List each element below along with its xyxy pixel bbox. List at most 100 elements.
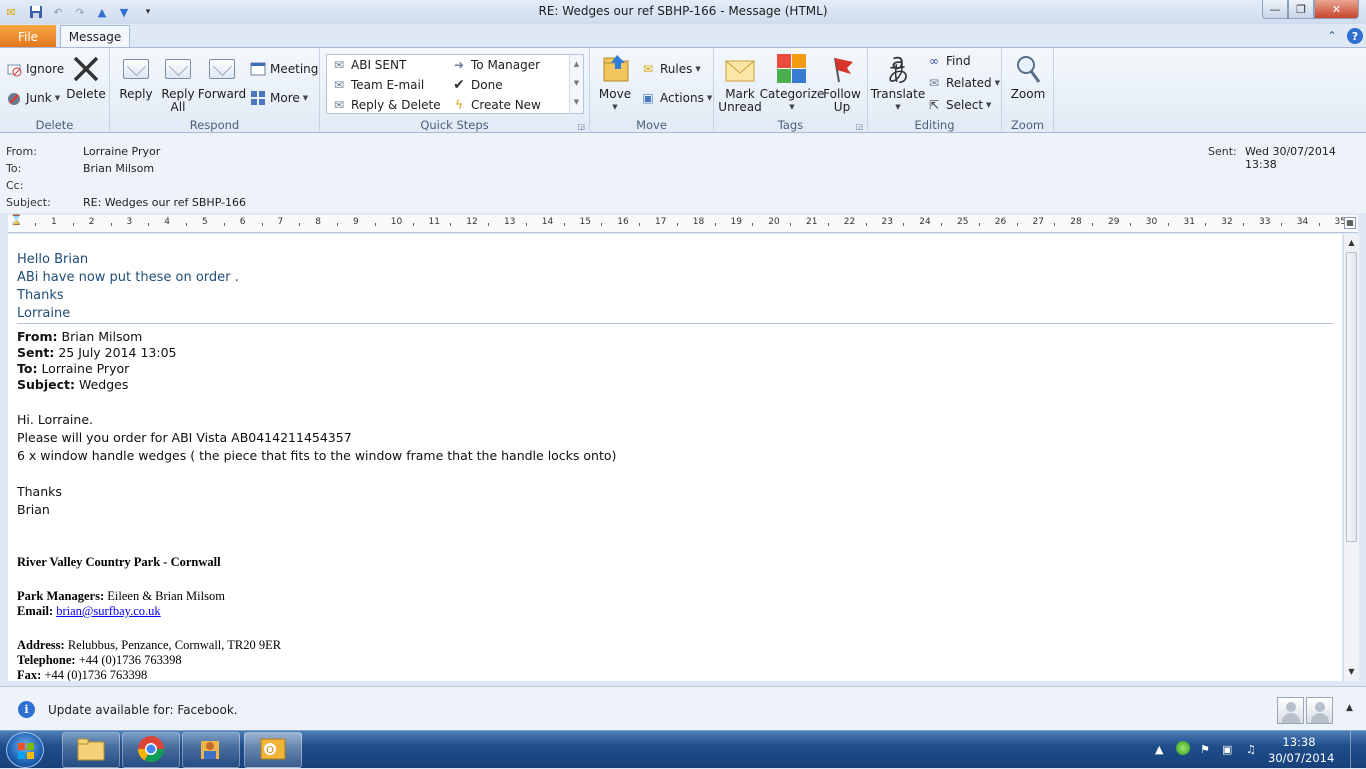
ruler-number: 4 xyxy=(164,217,170,227)
network-icon[interactable]: ▣ xyxy=(1222,743,1232,756)
ruler: ⌛ 1 2 3 4 5 6 7 8 9 10 11 12 13 14 15 16 17 18 19 20 21 22 23 2… xyxy=(8,215,1358,233)
cc-label: Cc: xyxy=(6,179,24,192)
ruler-number: 30 xyxy=(1145,217,1158,227)
subject-label: Subject: xyxy=(6,196,51,209)
mark-unread-button[interactable]: Mark Unread xyxy=(718,52,762,114)
network-status-icon[interactable] xyxy=(1176,741,1190,755)
action-center-flag-icon[interactable]: ⚑ xyxy=(1200,743,1210,756)
indent-marker-icon[interactable]: ⌛ xyxy=(10,215,22,226)
people-icon xyxy=(197,735,225,766)
expand-people-pane-icon[interactable]: ▲ xyxy=(1346,703,1353,713)
actions-button[interactable]: ▣ Actions ▼ xyxy=(640,88,712,108)
start-button[interactable] xyxy=(6,732,44,768)
scroll-down-icon[interactable]: ▼ xyxy=(570,74,583,93)
help-icon[interactable]: ? xyxy=(1347,28,1363,44)
from-value[interactable]: Lorraine Pryor xyxy=(83,145,160,158)
volume-icon[interactable]: ♫ xyxy=(1246,743,1256,756)
title-bar: ✉ ↶ ↷ ▲ ▼ ▾ RE: Wedges our ref SBHP-166 … xyxy=(0,0,1366,24)
to-value[interactable]: Brian Milsom xyxy=(83,162,154,175)
quick-step-to-manager[interactable]: ➜ To Manager xyxy=(451,55,540,75)
vertical-scrollbar[interactable]: ▲ ▼ xyxy=(1343,234,1359,681)
chrome-task[interactable] xyxy=(122,732,180,768)
scroll-up-arrow-icon[interactable]: ▲ xyxy=(1344,235,1359,250)
select-button[interactable]: ⇱ Select ▼ xyxy=(926,95,991,115)
follow-up-button[interactable]: Follow Up xyxy=(822,52,862,114)
quick-step-team-icon: ✉ xyxy=(333,78,345,92)
find-button[interactable]: ∞ Find xyxy=(926,51,971,71)
explorer-task[interactable] xyxy=(62,732,120,768)
junk-button[interactable]: Junk ▼ xyxy=(6,88,60,108)
forward-label: Forward xyxy=(197,87,247,101)
quick-step-abi-sent[interactable]: ✉ ABI SENT xyxy=(331,55,406,75)
ruler-tick xyxy=(1243,223,1245,226)
reply-all-label-2: All xyxy=(170,100,186,114)
scrollbar-thumb[interactable] xyxy=(1346,252,1357,542)
reply-button[interactable]: Reply xyxy=(118,52,154,101)
rules-button[interactable]: ✉ Rules ▼ xyxy=(640,59,701,79)
from-label: From: xyxy=(6,145,37,158)
ruler-tick xyxy=(827,223,829,226)
quick-step-reply-delete[interactable]: ✉ Reply & Delete xyxy=(331,95,441,115)
related-button[interactable]: ✉ Related ▼ xyxy=(926,73,1000,93)
clock-time: 13:38 xyxy=(1282,735,1316,749)
show-desktop-button[interactable] xyxy=(1350,731,1366,769)
ruler-number: 23 xyxy=(881,217,893,227)
meeting-button[interactable]: Meeting xyxy=(250,59,318,79)
svg-text:O: O xyxy=(266,745,274,756)
expand-gallery-icon[interactable]: ▼ xyxy=(570,93,583,112)
ignore-icon xyxy=(6,61,22,77)
tab-message[interactable]: Message xyxy=(60,25,130,48)
quick-step-done[interactable]: ✔ Done xyxy=(451,75,502,95)
original-line: Thanks xyxy=(17,484,62,499)
email-link[interactable]: brian@surfbay.co.uk xyxy=(56,604,160,618)
scroll-up-icon[interactable]: ▲ xyxy=(570,55,583,74)
delete-button[interactable]: Delete xyxy=(66,52,106,101)
categorize-label: Categorize xyxy=(759,87,825,101)
quick-step-team-email[interactable]: ✉ Team E-mail xyxy=(331,75,424,95)
ruler-number: 25 xyxy=(957,217,969,227)
person-avatar-icon[interactable] xyxy=(1306,697,1333,724)
collapse-ribbon-icon[interactable]: ⌃ xyxy=(1327,29,1337,43)
move-button[interactable]: Move ▼ xyxy=(596,52,634,114)
signature-address: Address: Relubbus, Penzance, Cornwall, T… xyxy=(17,638,282,652)
reply-all-button[interactable]: Reply All xyxy=(160,52,196,114)
more-button[interactable]: More ▼ xyxy=(250,88,308,108)
maximize-button[interactable]: ❐ xyxy=(1288,0,1314,19)
quick-step-envelope-icon: ✉ xyxy=(333,58,345,72)
ruler-number: 11 xyxy=(428,217,440,227)
person-avatar-icon[interactable] xyxy=(1277,697,1304,724)
minimize-button[interactable]: — xyxy=(1262,0,1288,19)
signature-email: Email: brian@surfbay.co.uk xyxy=(17,604,161,618)
ignore-button[interactable]: Ignore xyxy=(6,59,64,79)
ruler-tick xyxy=(601,223,603,226)
message-body[interactable]: Hello Brian ABi have now put these on or… xyxy=(8,234,1342,681)
update-notice[interactable]: Update available for: Facebook. xyxy=(48,703,238,717)
ruler-tick xyxy=(299,223,301,226)
editing-group: aあ Translate ▼ ∞ Find ✉ Related ▼ ⇱ Sele… xyxy=(868,48,1002,134)
select-dropdown-icon: ▼ xyxy=(986,101,992,109)
close-button[interactable]: ✕ xyxy=(1314,0,1359,19)
quote-divider xyxy=(17,323,1333,324)
tray-expand-icon[interactable]: ▲ xyxy=(1155,743,1163,756)
zoom-button[interactable]: Zoom xyxy=(1008,52,1048,101)
translate-button[interactable]: aあ Translate ▼ xyxy=(871,52,926,114)
ribbon: Ignore Junk ▼ Delete Delete Reply Reply … xyxy=(0,47,1366,134)
tab-file[interactable]: File xyxy=(0,25,56,48)
move-label: Move xyxy=(598,87,632,101)
quick-steps-scroll[interactable]: ▲ ▼ ▼ xyxy=(569,55,583,113)
categorize-button[interactable]: Categorize ▼ xyxy=(760,52,824,114)
forward-button[interactable]: Forward xyxy=(197,52,247,101)
ruler-tick xyxy=(110,223,112,226)
outlook-task[interactable]: O xyxy=(244,732,302,768)
ruler-toggle-icon[interactable]: ▦ xyxy=(1344,217,1356,229)
quick-step-create-new[interactable]: ϟ Create New xyxy=(451,95,541,115)
ruler-tick xyxy=(186,223,188,226)
zoom-label: Zoom xyxy=(1010,87,1046,101)
contacts-task[interactable] xyxy=(182,732,240,768)
ruler-number: 6 xyxy=(239,217,246,227)
ruler-tick xyxy=(639,223,641,226)
ruler-number: 10 xyxy=(390,217,403,227)
scroll-down-arrow-icon[interactable]: ▼ xyxy=(1344,664,1359,679)
ruler-number: 24 xyxy=(919,217,931,227)
clock[interactable]: 13:38 30/07/2014 xyxy=(1268,734,1334,766)
